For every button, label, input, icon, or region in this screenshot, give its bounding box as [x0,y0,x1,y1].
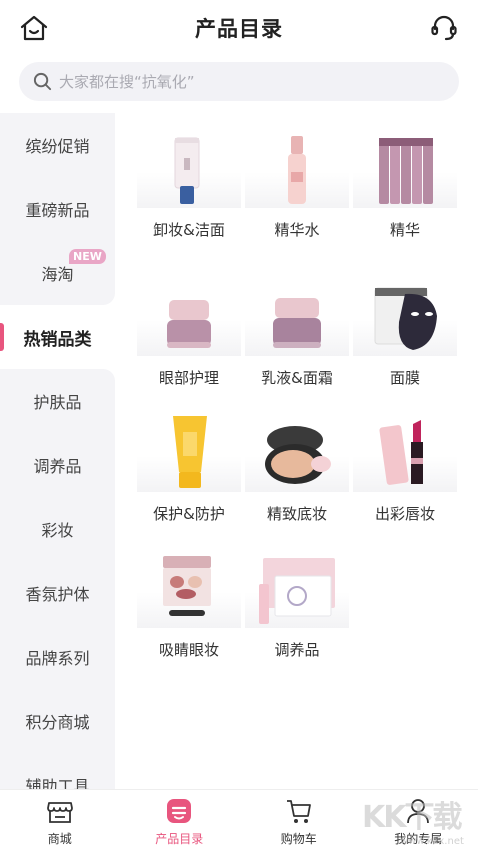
search-input[interactable] [59,72,439,91]
category-label: 保护&防护 [153,505,225,523]
product-image [137,276,241,356]
product-image [245,412,349,492]
sidebar-item-label: 辅助工具 [25,777,90,789]
tab-mall[interactable]: 商城 [0,790,120,850]
category-label: 吸睛眼妆 [158,641,219,659]
category-label: 出彩唇妆 [374,505,435,523]
sidebar-item-label: 护肤品 [33,393,82,412]
category-label: 精华 [389,221,420,239]
category-sidebar: 缤纷促销 重磅新品 海淘 NEW 热销品类 护肤品 调养品 彩妆 香氛护体 品牌… [0,113,115,789]
essence-bottle-icon [288,136,306,204]
sidebar-item-new[interactable]: 重磅新品 [0,177,115,241]
sidebar-item-label: 积分商城 [25,713,90,732]
search-icon [33,72,52,91]
cart-icon [286,800,311,823]
tab-catalog[interactable]: 产品目录 [120,790,240,850]
sidebar-item-hot[interactable]: 热销品类 [0,305,115,369]
header: 产品目录 [0,0,478,56]
sidebar-item-label: 彩妆 [41,521,74,540]
sidebar-item-skincare[interactable]: 护肤品 [0,369,115,433]
category-eye-makeup[interactable]: 吸睛眼妆 [133,548,245,668]
product-image [353,128,457,208]
category-face-mask[interactable]: 面膜 [349,276,461,396]
search-bar[interactable] [19,62,459,101]
product-image [137,128,241,208]
tab-label: 商城 [47,832,72,846]
page-title: 产品目录 [195,17,283,41]
sidebar-item-overseas[interactable]: 海淘 NEW [0,241,115,305]
category-label: 精致底妆 [266,505,327,523]
product-image [245,548,349,628]
category-base-makeup[interactable]: 精致底妆 [241,412,353,532]
product-image [137,412,241,492]
product-image [353,276,457,356]
sidebar-item-supplements[interactable]: 调养品 [0,433,115,497]
sidebar-item-tools[interactable]: 辅助工具 [0,753,115,789]
headset-icon[interactable] [428,12,460,44]
sunscreen-tube-icon [173,416,207,488]
category-supplements[interactable]: 调养品 [241,548,353,668]
sidebar-item-points[interactable]: 积分商城 [0,689,115,753]
sidebar-item-fragrance[interactable]: 香氛护体 [0,561,115,625]
sidebar-item-label: 海淘 [41,265,74,284]
sidebar-item-label: 缤纷促销 [25,137,90,156]
lipstick-icon [379,420,423,485]
category-serum[interactable]: 精华 [349,128,461,248]
sidebar-item-label: 热销品类 [23,329,92,350]
category-cleanser[interactable]: 卸妆&洁面 [133,128,245,248]
cleanser-tube-icon [174,137,200,204]
eye-cream-jar-icon [167,300,211,348]
category-label: 面膜 [389,369,420,387]
home-smile-icon[interactable] [18,12,50,44]
category-label: 乳液&面霜 [261,369,333,387]
category-lotion-cream[interactable]: 乳液&面霜 [241,276,353,396]
watermark: KK下载 [362,800,462,835]
category-lip-makeup[interactable]: 出彩唇妆 [349,412,461,532]
sidebar-item-label: 香氛护体 [25,585,90,604]
face-cream-jar-icon [273,298,321,348]
sidebar-item-label: 调养品 [33,457,82,476]
product-image [245,276,349,356]
category-label: 调养品 [274,641,320,659]
new-badge: NEW [69,249,106,264]
category-label: 眼部护理 [158,369,219,387]
sidebar-item-label: 重磅新品 [25,201,90,220]
store-icon [46,802,73,823]
category-label: 卸妆&洁面 [153,221,225,239]
sidebar-item-promo[interactable]: 缤纷促销 [0,113,115,177]
watermark-url: www.kkx.net [400,836,464,847]
category-eye-care[interactable]: 眼部护理 [133,276,245,396]
tab-label: 购物车 [280,832,317,846]
product-image [245,128,349,208]
category-label: 精华水 [274,221,320,239]
sidebar-item-makeup[interactable]: 彩妆 [0,497,115,561]
eyeshadow-palette-icon [163,556,211,616]
sidebar-item-label: 品牌系列 [25,649,90,668]
tab-label: 产品目录 [155,832,204,846]
face-mask-icon [374,287,437,350]
category-protection[interactable]: 保护&防护 [133,412,245,532]
catalog-icon [167,799,192,823]
category-essence-water[interactable]: 精华水 [241,128,353,248]
supplement-box-icon [259,558,335,624]
cushion-compact-icon [265,426,331,484]
product-image [353,412,457,492]
sidebar-item-brand[interactable]: 品牌系列 [0,625,115,689]
tab-cart[interactable]: 购物车 [239,790,359,850]
product-image [137,548,241,628]
serum-vials-icon [379,138,433,204]
